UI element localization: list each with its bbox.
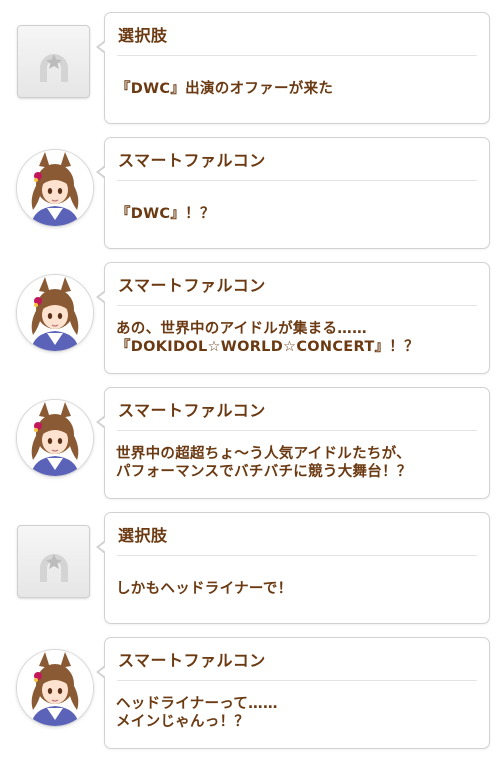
speaker-name: スマートファルコン <box>118 276 266 295</box>
divider <box>117 680 477 681</box>
choice-avatar <box>17 25 90 98</box>
divider <box>117 555 477 556</box>
message-line: 世界中の超超ちょ～う人気アイドルたちが、 <box>116 446 411 462</box>
log-entry-dialogue[interactable]: スマートファルコン ヘッドライナーって…… メインじゃんっ！？ <box>0 637 499 751</box>
bubble-tail-inner <box>99 41 107 53</box>
message-bubble: スマートファルコン 『DWC』！？ <box>104 137 490 249</box>
smart-falcon-portrait <box>17 400 93 476</box>
story-log: 選択肢 『DWC』出演のオファーが来た スマートファルコン 『DWC』！？ スマ… <box>0 0 499 764</box>
bubble-tail-inner <box>99 416 107 428</box>
smart-falcon-avatar <box>16 649 94 727</box>
divider <box>117 305 477 306</box>
smart-falcon-avatar <box>16 399 94 477</box>
speaker-name: スマートファルコン <box>118 151 266 170</box>
speaker-name: 選択肢 <box>118 26 168 45</box>
choice-avatar <box>17 525 90 598</box>
divider <box>117 430 477 431</box>
message-bubble: スマートファルコン 世界中の超超ちょ～う人気アイドルたちが、 パフォーマンスでバ… <box>104 387 490 499</box>
horseshoe-icon <box>40 554 68 582</box>
log-entry-choice[interactable]: 選択肢 『DWC』出演のオファーが来た <box>0 12 499 126</box>
message-bubble: 選択肢 『DWC』出演のオファーが来た <box>104 12 490 124</box>
speaker-name: スマートファルコン <box>118 401 266 420</box>
bubble-tail-inner <box>99 166 107 178</box>
smart-falcon-avatar <box>16 274 94 352</box>
message-text: ヘッドライナーって…… メインじゃんっ！？ <box>116 695 482 731</box>
message-text: あの、世界中のアイドルが集まる…… 『DOKIDOL☆WORLD☆CONCERT… <box>116 320 482 356</box>
bubble-tail-inner <box>99 541 107 553</box>
message-bubble: スマートファルコン あの、世界中のアイドルが集まる…… 『DOKIDOL☆WOR… <box>104 262 490 374</box>
message-text: 『DWC』！？ <box>116 205 482 223</box>
log-entry-dialogue[interactable]: スマートファルコン 『DWC』！？ <box>0 137 499 251</box>
message-line: 『DWC』出演のオファーが来た <box>116 81 334 97</box>
smart-falcon-avatar <box>16 149 94 227</box>
message-line: あの、世界中のアイドルが集まる…… <box>116 321 367 337</box>
divider <box>117 55 477 56</box>
log-entry-choice[interactable]: 選択肢 しかもヘッドライナーで！ <box>0 512 499 626</box>
message-line: 『DOKIDOL☆WORLD☆CONCERT』！？ <box>116 339 419 355</box>
message-line: パフォーマンスでバチバチに競う大舞台！？ <box>116 464 412 480</box>
speaker-name: スマートファルコン <box>118 651 266 670</box>
bubble-tail-inner <box>99 291 107 303</box>
message-bubble: スマートファルコン ヘッドライナーって…… メインじゃんっ！？ <box>104 637 490 749</box>
divider <box>117 180 477 181</box>
message-line: メインじゃんっ！？ <box>116 714 250 730</box>
horseshoe-icon <box>40 54 68 82</box>
bubble-tail-inner <box>99 666 107 678</box>
message-text: しかもヘッドライナーで！ <box>116 580 482 598</box>
smart-falcon-portrait <box>17 275 93 351</box>
message-bubble: 選択肢 しかもヘッドライナーで！ <box>104 512 490 624</box>
log-entry-dialogue[interactable]: スマートファルコン あの、世界中のアイドルが集まる…… 『DOKIDOL☆WOR… <box>0 262 499 376</box>
log-entry-dialogue[interactable]: スマートファルコン 世界中の超超ちょ～う人気アイドルたちが、 パフォーマンスでバ… <box>0 387 499 501</box>
smart-falcon-portrait <box>17 650 93 726</box>
smart-falcon-portrait <box>17 150 93 226</box>
message-line: しかもヘッドライナーで！ <box>116 581 293 597</box>
speaker-name: 選択肢 <box>118 526 168 545</box>
message-text: 『DWC』出演のオファーが来た <box>116 80 482 98</box>
message-text: 世界中の超超ちょ～う人気アイドルたちが、 パフォーマンスでバチバチに競う大舞台！… <box>116 445 482 481</box>
message-line: ヘッドライナーって…… <box>116 696 278 712</box>
message-line: 『DWC』！？ <box>116 206 215 222</box>
